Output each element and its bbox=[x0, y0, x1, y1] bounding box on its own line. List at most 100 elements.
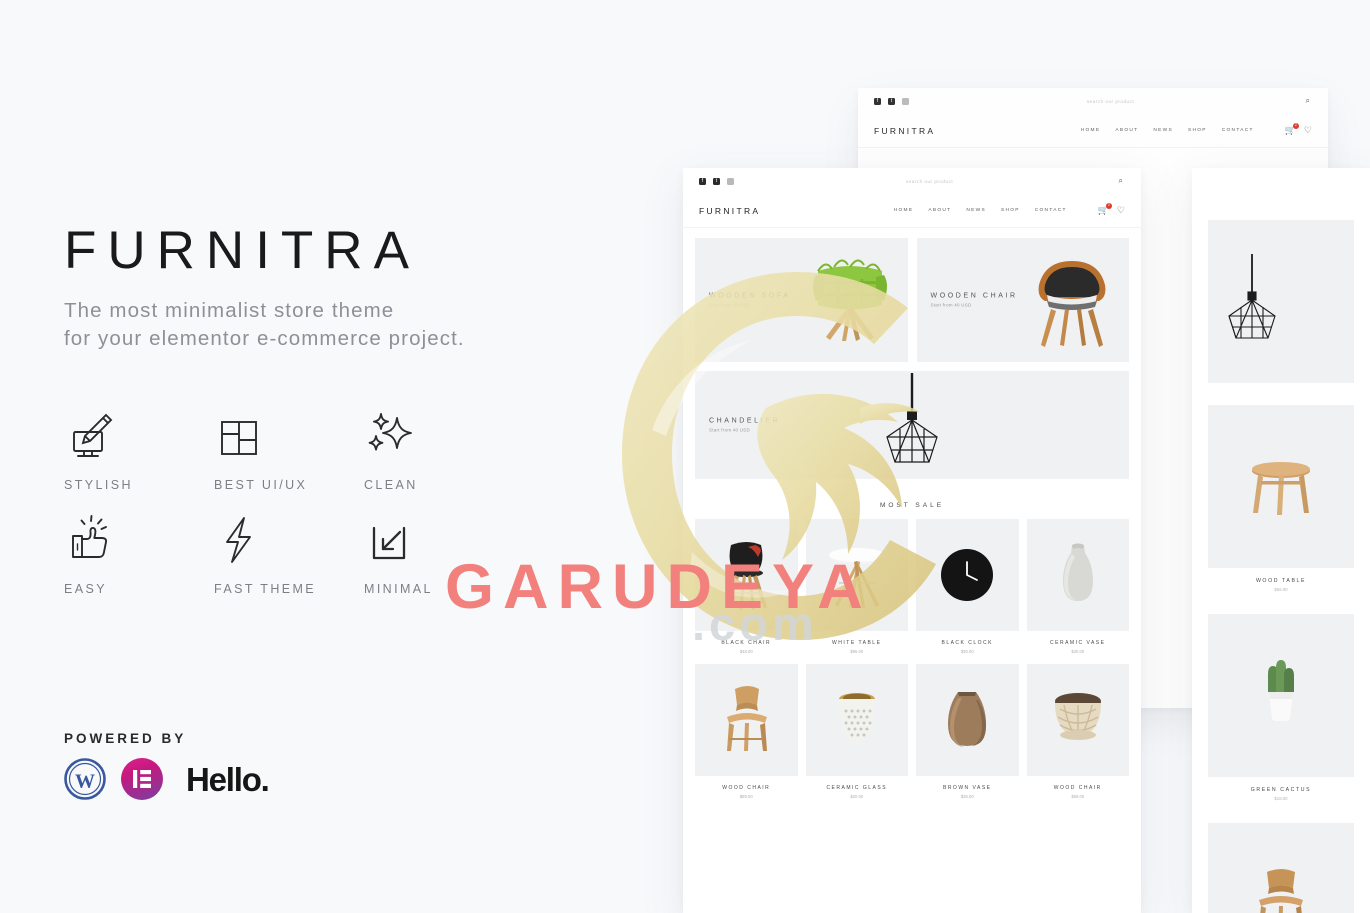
nav-item-home[interactable]: HOME bbox=[1081, 128, 1101, 133]
mockup-window-side: WOOD TABLE $65.00 GREEN CACTUS $18.00 bbox=[1192, 168, 1370, 913]
hero-card-title: WOODEN SOFA bbox=[709, 292, 791, 300]
product-thumbnail bbox=[695, 519, 798, 631]
product-price: $35.00 bbox=[960, 794, 974, 799]
nav-item-home[interactable]: HOME bbox=[894, 208, 914, 213]
side-product-wood-table[interactable]: WOOD TABLE $65.00 bbox=[1192, 405, 1370, 592]
product-card-ceramic-vase[interactable]: CERAMIC VASE $30.00 bbox=[1026, 519, 1129, 654]
product-grid-row-2: WOOD CHAIR $89.00 CERAMIC GLASS $20.00 B… bbox=[683, 664, 1141, 809]
thumbs-up-icon bbox=[64, 512, 214, 566]
hero-card-title: CHANDELIER bbox=[709, 417, 781, 425]
lightning-bolt-icon bbox=[214, 512, 364, 566]
product-thumbnail bbox=[916, 664, 1019, 776]
product-thumbnail bbox=[1208, 405, 1354, 568]
wordpress-icon[interactable]: W bbox=[64, 758, 106, 800]
black-wood-armchair-image bbox=[1021, 249, 1123, 358]
monitor-brush-icon bbox=[64, 408, 214, 462]
product-name: BROWN VASE bbox=[942, 785, 992, 791]
nav-item-about[interactable]: ABOUT bbox=[928, 208, 951, 213]
product-thumbnail bbox=[1026, 519, 1129, 631]
product-card-black-clock[interactable]: BLACK CLOCK $30.00 bbox=[916, 519, 1019, 654]
nav-links: HOME ABOUT NEWS SHOP CONTACT 🛒 2 ♡ bbox=[894, 203, 1125, 215]
feature-label: EASY bbox=[64, 582, 107, 596]
nav-icons: 🛒 2 ♡ bbox=[1285, 123, 1312, 135]
hero-tagline: The most minimalist store theme for your… bbox=[64, 299, 465, 351]
search-icon[interactable]: ⌕ bbox=[1119, 176, 1123, 186]
twitter-icon[interactable]: t bbox=[713, 177, 720, 185]
feature-clean: CLEAN bbox=[364, 408, 474, 512]
side-product-wood-chair[interactable]: WOOD CHAIR $79.00 bbox=[1192, 823, 1370, 913]
product-name: WOOD CHAIR bbox=[1053, 785, 1102, 791]
product-card-wood-chair-1[interactable]: WOOD CHAIR $89.00 bbox=[695, 664, 798, 799]
site-logo[interactable]: FURNITRA bbox=[699, 206, 760, 216]
layout-grid-icon bbox=[214, 408, 364, 462]
product-card-black-chair[interactable]: BLACK CHAIR $48.00 bbox=[695, 519, 798, 654]
nav-item-news[interactable]: NEWS bbox=[1153, 128, 1173, 133]
feature-stylish: STYLISH bbox=[64, 408, 214, 512]
product-price: $95.00 bbox=[850, 649, 864, 654]
cart-badge: 2 bbox=[1105, 203, 1112, 209]
wishlist-heart-icon[interactable]: ♡ bbox=[1304, 126, 1312, 135]
twitter-icon[interactable]: t bbox=[888, 97, 895, 105]
side-product-green-cactus[interactable]: GREEN CACTUS $18.00 bbox=[1192, 614, 1370, 801]
product-name: GREEN CACTUS bbox=[1250, 787, 1312, 793]
nav-item-shop[interactable]: SHOP bbox=[1001, 208, 1020, 213]
mockup-window-front: f t search our product ⌕ FURNITRA HOME A… bbox=[683, 168, 1141, 913]
hero-panel: FURNITRA The most minimalist store theme… bbox=[0, 0, 640, 913]
feature-grid: STYLISH BEST UI/UX CLEAN EASY FAST THEME… bbox=[64, 408, 464, 616]
product-thumbnail bbox=[695, 664, 798, 776]
sparkle-icon bbox=[364, 408, 474, 462]
hello-theme-wordmark: Hello. bbox=[186, 760, 270, 798]
hero-card-wooden-chair[interactable]: WOODEN CHAIR Start from 40 USD bbox=[916, 238, 1129, 362]
site-logo[interactable]: FURNITRA bbox=[874, 126, 935, 136]
product-card-ceramic-glass[interactable]: CERAMIC GLASS $20.00 bbox=[805, 664, 908, 799]
nav-item-about[interactable]: ABOUT bbox=[1115, 128, 1138, 133]
feature-label: FAST THEME bbox=[214, 582, 317, 596]
hero-card-wooden-sofa[interactable]: WOODEN SOFA Start from 40 USD bbox=[695, 238, 908, 362]
product-card-white-table[interactable]: WHITE TABLE $95.00 bbox=[805, 519, 908, 654]
feature-minimal: MINIMAL bbox=[364, 512, 474, 616]
facebook-icon[interactable]: f bbox=[699, 177, 706, 185]
product-card-wood-chair-2[interactable]: WOOD CHAIR $59.00 bbox=[1026, 664, 1129, 799]
instagram-icon[interactable] bbox=[727, 177, 734, 185]
feature-label: CLEAN bbox=[364, 478, 418, 492]
hero-card-chandelier[interactable]: CHANDELIER Start from 40 USD bbox=[695, 371, 1129, 479]
product-card-brown-vase[interactable]: BROWN VASE $35.00 bbox=[916, 664, 1019, 799]
wishlist-heart-icon[interactable]: ♡ bbox=[1117, 206, 1125, 215]
product-name: WHITE TABLE bbox=[832, 640, 882, 646]
side-product-lamp[interactable] bbox=[1192, 220, 1370, 383]
product-price: $48.00 bbox=[739, 649, 753, 654]
search-icon[interactable]: ⌕ bbox=[1306, 96, 1310, 106]
search-input[interactable]: search our product ⌕ bbox=[734, 176, 1125, 186]
product-price: $20.00 bbox=[850, 794, 864, 799]
hero-card-subtitle: Start from 40 USD bbox=[930, 302, 972, 308]
product-thumbnail bbox=[916, 519, 1019, 631]
cart-icon[interactable]: 🛒 2 bbox=[1098, 203, 1112, 215]
product-thumbnail bbox=[1208, 220, 1354, 383]
product-price: $65.00 bbox=[1274, 587, 1288, 592]
search-input[interactable]: search our product ⌕ bbox=[909, 96, 1312, 106]
nav-item-contact[interactable]: CONTACT bbox=[1222, 128, 1254, 133]
hero-card-subtitle: Start from 40 USD bbox=[709, 427, 750, 433]
product-name: WOOD CHAIR bbox=[722, 785, 771, 791]
product-price: $30.00 bbox=[960, 649, 974, 654]
product-name: BLACK CLOCK bbox=[941, 640, 993, 646]
product-name: WOOD TABLE bbox=[1255, 578, 1307, 584]
nav-item-shop[interactable]: SHOP bbox=[1188, 128, 1207, 133]
cart-icon[interactable]: 🛒 2 bbox=[1285, 123, 1299, 135]
product-thumbnail bbox=[805, 664, 908, 776]
nav-item-contact[interactable]: CONTACT bbox=[1035, 208, 1067, 213]
social-links: f t bbox=[874, 97, 909, 105]
geometric-pendant-lamp-image bbox=[874, 373, 950, 478]
feature-easy: EASY bbox=[64, 512, 214, 616]
mockup-topbar: f t search our product ⌕ bbox=[858, 88, 1328, 114]
elementor-icon[interactable] bbox=[121, 758, 163, 800]
page-title: FURNITRA bbox=[64, 221, 420, 280]
instagram-icon[interactable] bbox=[902, 97, 909, 105]
minimize-arrow-icon bbox=[364, 512, 474, 566]
nav-item-news[interactable]: NEWS bbox=[966, 208, 986, 213]
facebook-icon[interactable]: f bbox=[874, 97, 881, 105]
powered-by-label: POWERED BY bbox=[64, 731, 187, 746]
feature-fast-theme: FAST THEME bbox=[214, 512, 364, 616]
product-name: CERAMIC VASE bbox=[1050, 640, 1106, 646]
hero-card-subtitle: Start from 40 USD bbox=[709, 302, 750, 308]
